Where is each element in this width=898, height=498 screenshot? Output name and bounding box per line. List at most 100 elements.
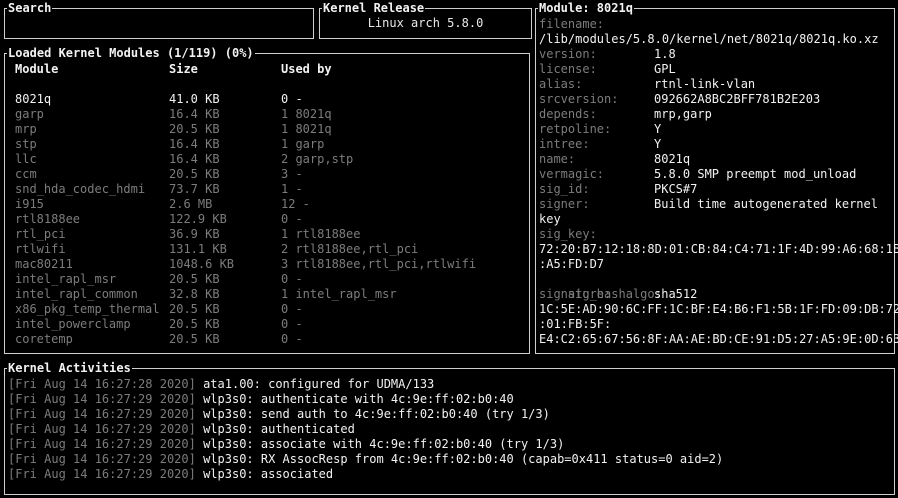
activity-timestamp: [Fri Aug 14 16:27:29 2020] [8, 422, 196, 436]
column-header-module[interactable]: Module [15, 62, 58, 77]
module-row[interactable]: llc 16.4 KB 2 garp,stp [5, 152, 529, 167]
module-size: 32.8 KB [169, 287, 220, 301]
activity-line: [Fri Aug 14 16:27:29 2020] wlp3s0: assoc… [8, 437, 564, 452]
field-value: GPL [654, 62, 676, 76]
module-used-by: 1 8021q [281, 107, 332, 121]
module-used-by: 0 - [281, 212, 303, 226]
activity-message: wlp3s0: RX AssocResp from 4c:9e:ff:02:b0… [203, 452, 724, 466]
kernel-release-value: Linux arch 5.8.0 [367, 16, 484, 30]
module-size: 1048.6 KB [169, 257, 235, 271]
field-label: depends: [539, 107, 597, 121]
field-value: 5.8.0 SMP preempt mod_unload [654, 167, 857, 181]
module-used-by: 3 - [281, 167, 303, 181]
search-panel[interactable]: Search [4, 0, 314, 39]
module-name: intel_powerclamp [15, 317, 131, 331]
module-info-panel[interactable]: Module: 8021q filename: /lib/modules/5.8… [535, 0, 898, 354]
module-row[interactable]: rtl_pci 36.9 KB 1 rtl8188ee [5, 227, 529, 242]
field-label: srcversion: [539, 92, 619, 106]
field-label: intree: [539, 137, 590, 151]
signature-line-2: :01:FB:5F: [539, 317, 612, 331]
field-value: Y [654, 137, 662, 151]
activity-message: wlp3s0: associate with 4c:9e:ff:02:b0:40… [203, 437, 565, 451]
activity-timestamp: [Fri Aug 14 16:27:29 2020] [8, 437, 196, 451]
module-name: llc [15, 152, 37, 166]
activity-message: wlp3s0: authenticated [203, 422, 355, 436]
module-row[interactable]: ccm 20.5 KB 3 - [5, 167, 529, 182]
module-row[interactable]: mac80211 1048.6 KB 3 rtl8188ee,rtl_pci,rtl… [5, 257, 529, 272]
kernel-release-title: Kernel Release [322, 0, 426, 16]
module-size: 20.5 KB [169, 167, 220, 181]
module-row[interactable]: snd_hda_codec_hdmi 73.7 KB 1 - [5, 182, 529, 197]
module-name: i915 [15, 197, 44, 211]
field-label: retpoline: [539, 122, 612, 136]
module-used-by: 1 - [281, 182, 303, 196]
module-name: 8021q [15, 92, 52, 106]
module-size: 20.5 KB [169, 122, 220, 136]
module-row[interactable]: coretemp 20.5 KB 0 - [5, 332, 529, 347]
column-header-used-by[interactable]: Used by [281, 62, 332, 77]
field-value: 1.8 [654, 47, 676, 61]
search-input[interactable] [9, 17, 309, 32]
module-size: 16.4 KB [169, 137, 220, 151]
module-used-by: 1 rtl8188ee [281, 227, 361, 241]
module-name: mac80211 [15, 257, 73, 271]
module-size: 20.5 KB [169, 302, 220, 316]
activity-line: [Fri Aug 14 16:27:29 2020] wlp3s0: assoc… [8, 467, 333, 482]
module-row[interactable]: mrp 20.5 KB 1 8021q [5, 122, 529, 137]
module-name: snd_hda_codec_hdmi [15, 182, 146, 196]
column-header-size[interactable]: Size [169, 62, 198, 77]
module-name: rtl_pci [15, 227, 66, 241]
signature-line-3: E4:C2:65:67:56:8F:AA:AE:BD:CE:91:D5:27:A… [539, 332, 898, 346]
module-used-by: 1 intel_rapl_msr [281, 287, 397, 301]
module-used-by: 0 - [281, 92, 303, 106]
field-value: Build time autogenerated kernel [654, 197, 878, 211]
field-label: name: [539, 152, 576, 166]
filename-label: filename: [539, 17, 605, 31]
module-field-row: intree: Y [539, 137, 661, 152]
module-used-by: 3 rtl8188ee,rtl_pci,rtlwifi [281, 257, 477, 271]
filename-value: /lib/modules/5.8.0/kernel/net/8021q/8021… [539, 32, 879, 46]
module-field-row: vermagic: 5.8.0 SMP preempt mod_unload [539, 167, 856, 182]
module-size: 2.6 MB [169, 197, 213, 211]
field-label: vermagic: [539, 167, 605, 181]
field-label: sig_id: [539, 182, 590, 196]
module-size: 20.5 KB [169, 317, 220, 331]
module-used-by: 0 - [281, 332, 303, 346]
module-size: 20.5 KB [169, 272, 220, 286]
field-label: signer: [539, 197, 590, 211]
activity-line: [Fri Aug 14 16:27:29 2020] wlp3s0: RX As… [8, 452, 723, 467]
module-field-row: name: 8021q [539, 152, 690, 167]
module-size: 131.1 KB [169, 242, 227, 256]
module-row[interactable]: 8021q 41.0 KB 0 - [5, 92, 529, 107]
field-value: mrp,garp [654, 107, 712, 121]
module-row[interactable]: intel_powerclamp 20.5 KB 0 - [5, 317, 529, 332]
activity-line: [Fri Aug 14 16:27:29 2020] wlp3s0: authe… [8, 392, 514, 407]
module-row[interactable]: stp 16.4 KB 1 garp [5, 137, 529, 152]
module-info-title: Module: 8021q [538, 0, 634, 16]
module-row[interactable]: intel_rapl_common 32.8 KB 1 intel_rapl_msr [5, 287, 529, 302]
activity-timestamp: [Fri Aug 14 16:27:29 2020] [8, 452, 196, 466]
module-size: 41.0 KB [169, 92, 220, 106]
module-name: stp [15, 137, 37, 151]
module-row[interactable]: x86_pkg_temp_thermal 20.5 KB 0 - [5, 302, 529, 317]
field-label: license: [539, 62, 597, 76]
module-used-by: 0 - [281, 317, 303, 331]
activity-message: wlp3s0: send auth to 4c:9e:ff:02:b0:40 (… [203, 407, 550, 421]
kernel-activities-title: Kernel Activities [7, 360, 132, 376]
module-row[interactable]: i915 2.6 MB 12 - [5, 197, 529, 212]
module-size: 16.4 KB [169, 107, 220, 121]
sig-key-label: sig_key: [539, 227, 597, 241]
module-row[interactable]: rtl8188ee 122.9 KB 0 - [5, 212, 529, 227]
kernel-activities-panel[interactable]: Kernel Activities [Fri Aug 14 16:27:28 2… [4, 360, 895, 495]
module-used-by: 12 - [281, 197, 310, 211]
module-row[interactable]: garp 16.4 KB 1 8021q [5, 107, 529, 122]
signature-label: signature: [539, 287, 612, 301]
activity-message: ata1.00: configured for UDMA/133 [203, 377, 435, 391]
module-row[interactable]: intel_rapl_msr 20.5 KB 0 - [5, 272, 529, 287]
module-name: ccm [15, 167, 37, 181]
activity-timestamp: [Fri Aug 14 16:27:29 2020] [8, 407, 196, 421]
module-row[interactable]: rtlwifi 131.1 KB 2 rtl8188ee,rtl_pci [5, 242, 529, 257]
modules-panel[interactable]: Loaded Kernel Modules (1/119) (0%) Modul… [4, 45, 530, 354]
module-name: intel_rapl_common [15, 287, 138, 301]
modules-header-row: Module Size Used by [5, 62, 529, 77]
